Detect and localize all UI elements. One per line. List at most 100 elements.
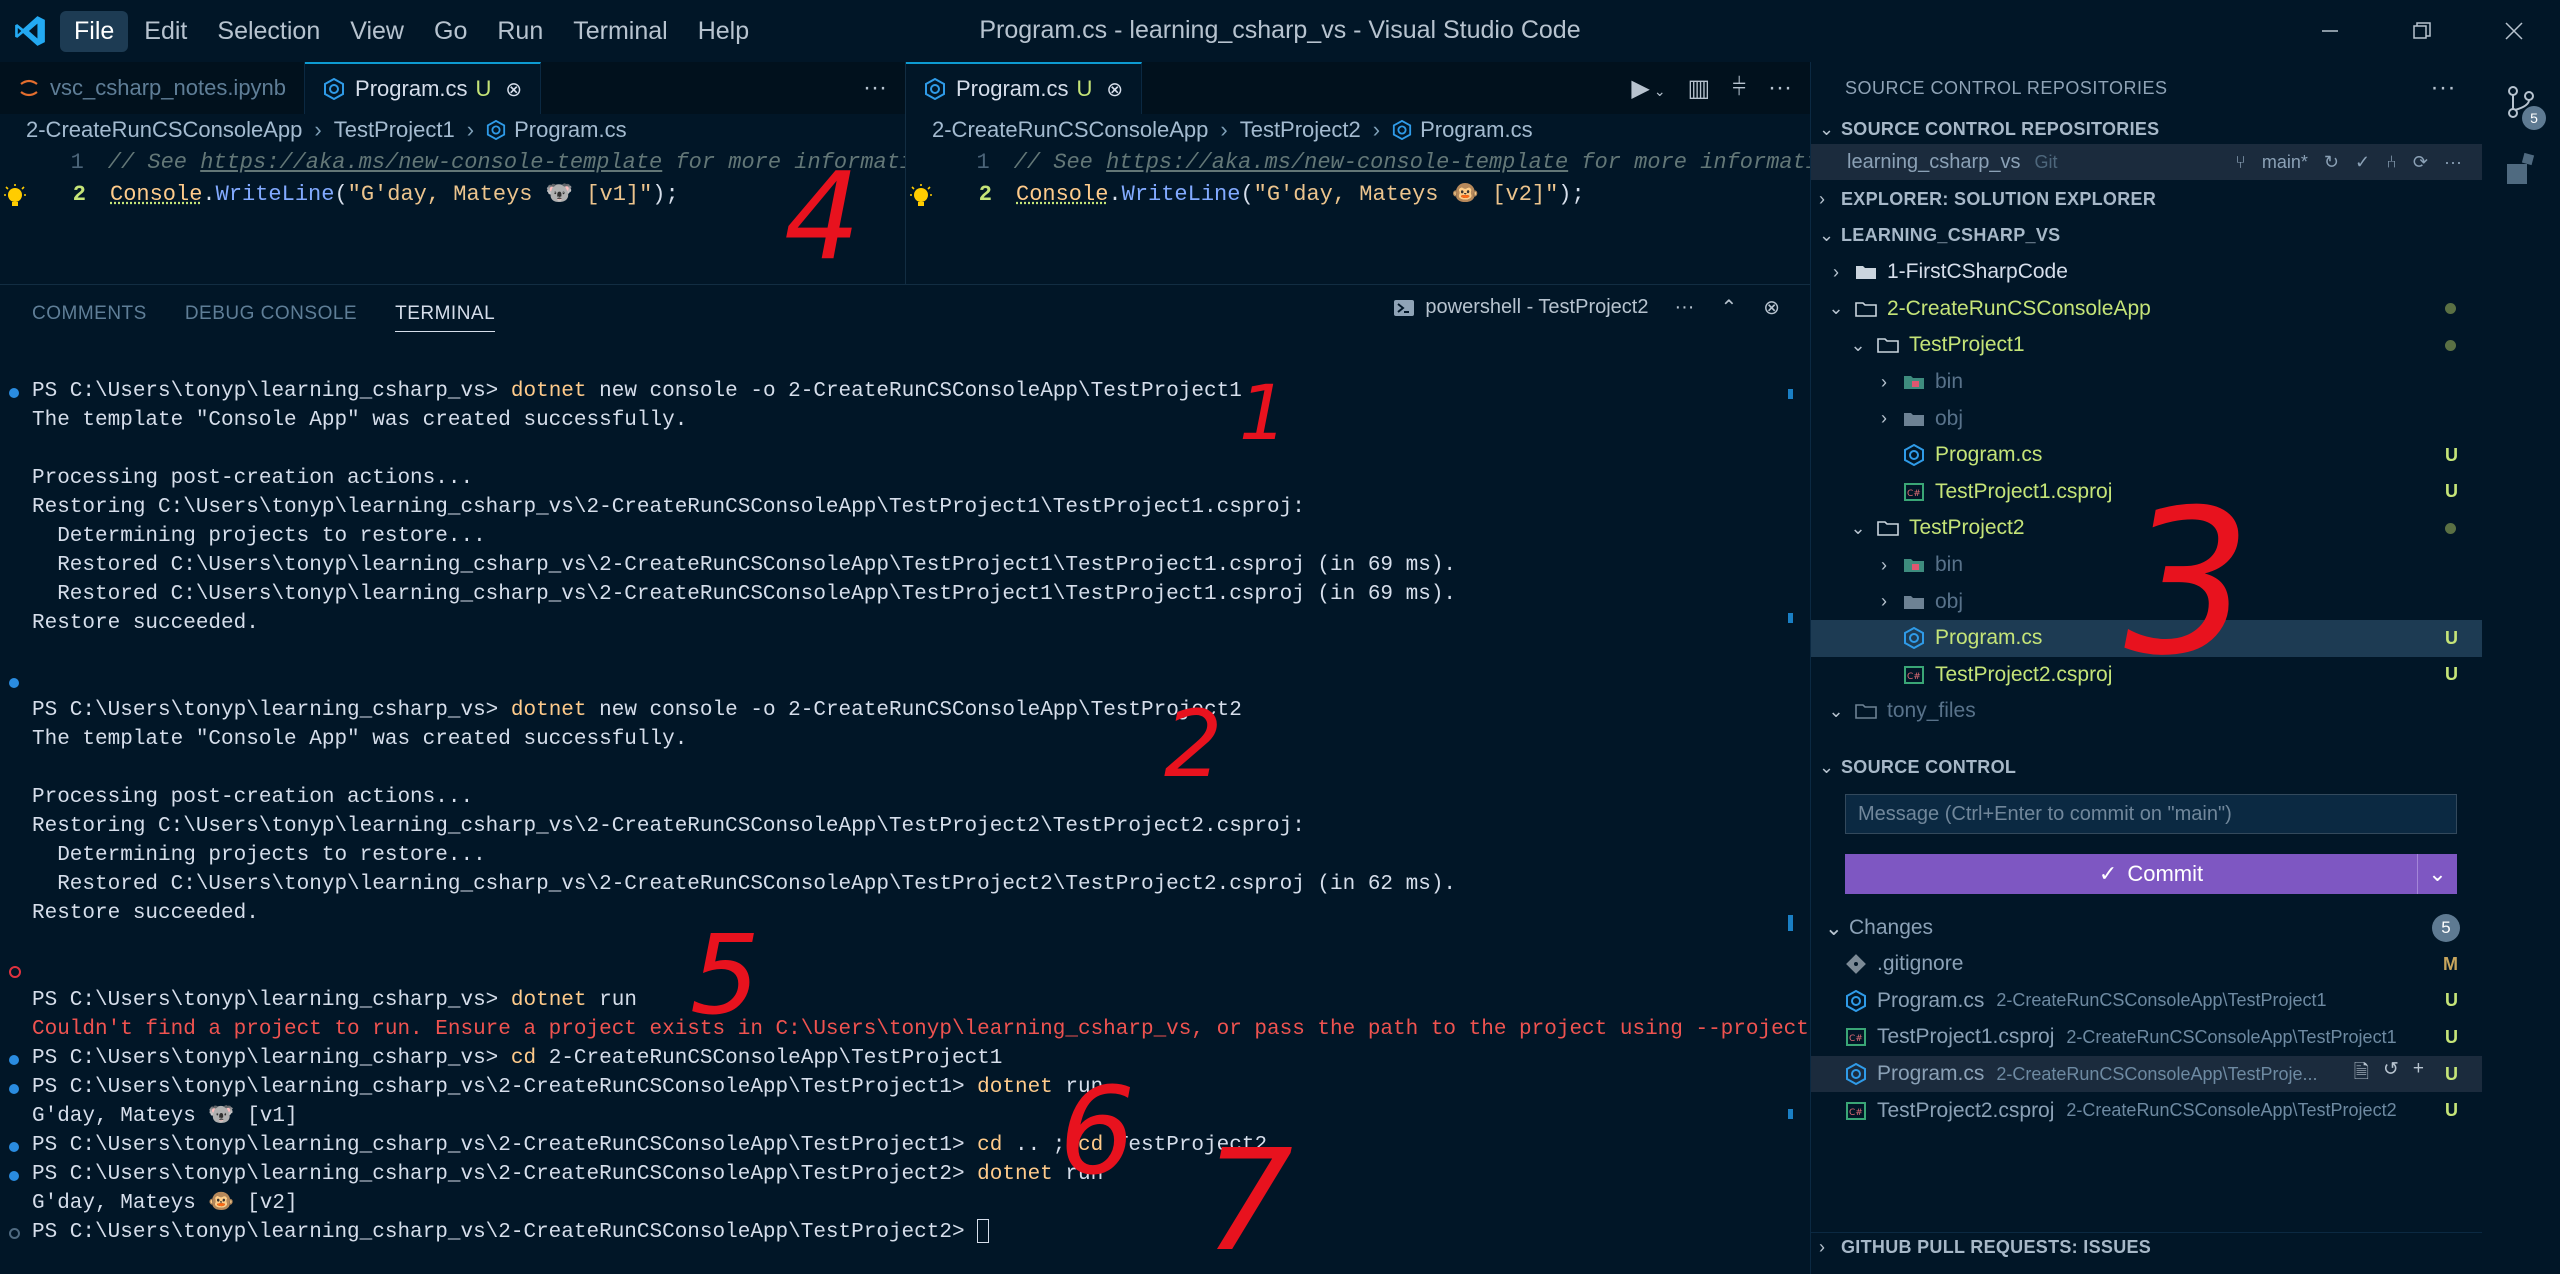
branch-icon[interactable]: ⑂ [2235,152,2246,173]
terminal-selector[interactable]: powershell - TestProject2 [1393,296,1648,319]
command-success-icon[interactable] [9,1055,19,1065]
breadcrumb-folder[interactable]: 2-CreateRunCSConsoleApp [26,117,302,143]
section-header-source-control[interactable]: ⌄ SOURCE CONTROL [1811,752,2482,782]
chevron-down-icon: ⌄ [1828,700,1844,721]
tree-item-folder[interactable]: ⌄ TestProject2 [1811,510,2482,547]
tab-close-icon[interactable]: ⊗ [1106,77,1123,102]
open-file-icon[interactable]: 🗎 [2354,1058,2369,1090]
repo-row[interactable]: learning_csharp_vs Git ⑂ main* ↻ ✓ ⑃ ⟳ ·… [1811,144,2482,180]
tree-item-file-selected[interactable]: Program.cs U [1811,619,2482,657]
tree-item-folder[interactable]: › bin [1811,364,2482,401]
command-success-icon[interactable] [9,1171,19,1181]
menu-edit[interactable]: Edit [130,11,201,52]
stage-changes-icon[interactable]: + [2413,1058,2424,1090]
lightbulb-icon[interactable] [2,183,28,212]
breadcrumb-project[interactable]: TestProject1 [334,117,455,143]
refresh-icon[interactable]: ⟳ [2413,152,2428,173]
lightbulb-icon[interactable] [908,183,934,212]
menu-view[interactable]: View [336,11,418,52]
breadcrumb-file[interactable]: Program.cs [514,117,626,143]
section-header-repos[interactable]: ⌄ SOURCE CONTROL REPOSITORIES [1811,114,2482,144]
changes-group-header[interactable]: ⌄ Changes 5 [1811,910,2482,946]
check-icon[interactable]: ✓ [2355,152,2370,173]
branch-name[interactable]: main* [2262,152,2308,173]
tree-item-folder[interactable]: ⌄ tony_files [1811,693,2482,730]
restore-button[interactable] [2376,0,2468,62]
section-header-github[interactable]: › GITHUB PULL REQUESTS: ISSUES [1811,1232,2482,1262]
menu-selection[interactable]: Selection [203,11,334,52]
code-line-2[interactable]: 2 Console.WriteLine("G'day, Mateys 🐨 [v1… [0,178,905,210]
tree-item-file[interactable]: C# TestProject2.csproj U [1811,657,2482,694]
commit-dropdown-button[interactable]: ⌄ [2417,854,2457,894]
breadcrumb-project[interactable]: TestProject2 [1240,117,1361,143]
tree-item-folder[interactable]: › obj [1811,400,2482,437]
maximize-panel-icon[interactable]: ⌃ [1720,295,1737,320]
sync-icon[interactable]: ↻ [2324,152,2339,173]
terminal-output[interactable]: PS C:\Users\tonyp\learning_csharp_vs> do… [0,377,1822,1247]
code-line-2[interactable]: 2 Console.WriteLine("G'day, Mateys 🐵 [v2… [906,178,1810,210]
change-item-hovered[interactable]: Program.cs 2-CreateRunCSConsoleApp\TestP… [1811,1055,2482,1093]
section-header-folder[interactable]: ⌄ LEARNING_CSHARP_VS [1811,220,2482,250]
vscode-logo-icon[interactable] [0,0,60,62]
chevron-down-icon: ⌄ [1828,298,1844,319]
menu-file[interactable]: File [60,10,129,52]
command-error-icon[interactable] [9,966,21,978]
command-success-icon[interactable] [9,1084,19,1094]
close-panel-icon[interactable]: ⊗ [1763,295,1780,320]
menu-terminal[interactable]: Terminal [559,11,681,52]
terminal-line: PS C:\Users\tonyp\learning_csharp_vs> do… [0,377,1790,406]
tab-program-cs-left[interactable]: Program.cs U ⊗ [305,62,542,114]
tab-comments[interactable]: COMMENTS [32,297,147,331]
more-actions-icon[interactable]: ··· [863,74,887,102]
close-window-button[interactable] [2468,0,2560,62]
run-icon[interactable]: ▶ ⌄ [1631,74,1665,103]
terminal-scrollbar[interactable] [1788,389,1794,1259]
code-link[interactable]: https://aka.ms/new-console-template [200,150,662,175]
menu-help[interactable]: Help [684,11,763,52]
code-link[interactable]: https://aka.ms/new-console-template [1106,150,1568,175]
change-item[interactable]: Program.cs 2-CreateRunCSConsoleApp\TestP… [1811,983,2482,1020]
section-header-solution[interactable]: › EXPLORER: SOLUTION EXPLORER [1811,184,2482,214]
tree-item-file[interactable]: C# TestProject1.csproj U [1811,474,2482,511]
more-actions-icon[interactable]: ··· [1768,74,1792,102]
commit-message-input[interactable]: Message (Ctrl+Enter to commit on "main") [1845,794,2457,834]
change-item[interactable]: .gitignore M [1811,946,2482,983]
more-actions-icon[interactable]: ··· [2444,152,2462,173]
menu-run[interactable]: Run [483,11,557,52]
tree-item-file[interactable]: Program.cs U [1811,437,2482,474]
activity-source-control[interactable]: 5 [2482,62,2560,142]
activity-extensions[interactable] [2482,142,2560,198]
terminal-prompt[interactable]: PS C:\Users\tonyp\learning_csharp_vs\2-C… [0,1218,1790,1247]
command-success-icon[interactable] [9,678,19,688]
breadcrumb-folder[interactable]: 2-CreateRunCSConsoleApp [932,117,1208,143]
tab-debug-console[interactable]: DEBUG CONSOLE [185,297,357,331]
minimize-button[interactable] [2284,0,2376,62]
code-line-1[interactable]: 1 // See https://aka.ms/new-console-temp… [0,146,905,178]
discard-changes-icon[interactable]: ↺ [2383,1058,2399,1090]
command-success-icon[interactable] [9,1142,19,1152]
menu-go[interactable]: Go [420,11,481,52]
csharp-file-icon [324,78,345,100]
more-actions-icon[interactable]: ··· [1674,296,1694,319]
breadcrumb-file[interactable]: Program.cs [1420,117,1532,143]
tree-item-folder[interactable]: ⌄ 2-CreateRunCSConsoleApp [1811,291,2482,328]
commit-button[interactable]: ✓ Commit ⌄ [1845,854,2457,894]
tab-notebook[interactable]: vsc_csharp_notes.ipynb [0,62,306,114]
commit-label: Commit [2127,861,2204,886]
command-success-icon[interactable] [9,388,19,398]
tree-item-folder[interactable]: › 1-FirstCSharpCode [1811,254,2482,291]
tree-item-folder[interactable]: › bin [1811,547,2482,584]
code-line-1[interactable]: 1 // See https://aka.ms/new-console-temp… [906,146,1810,178]
graph-icon[interactable]: ⑃ [2386,152,2397,173]
tab-terminal[interactable]: TERMINAL [395,297,496,332]
tab-program-cs-right[interactable]: Program.cs U ⊗ [906,62,1143,114]
untracked-badge: U [2445,627,2458,648]
more-actions-icon[interactable]: ··· [2431,74,2456,102]
split-editor-icon[interactable]: ⫩ [1732,74,1746,102]
tree-item-folder[interactable]: › obj [1811,583,2482,620]
change-item[interactable]: C# TestProject2.csproj 2-CreateRunCSCons… [1811,1092,2482,1129]
change-item[interactable]: C# TestProject1.csproj 2-CreateRunCSCons… [1811,1019,2482,1056]
split-compare-icon[interactable]: ▥ [1688,74,1711,103]
tab-close-icon[interactable]: ⊗ [505,77,522,102]
tree-item-folder[interactable]: ⌄ TestProject1 [1811,327,2482,364]
